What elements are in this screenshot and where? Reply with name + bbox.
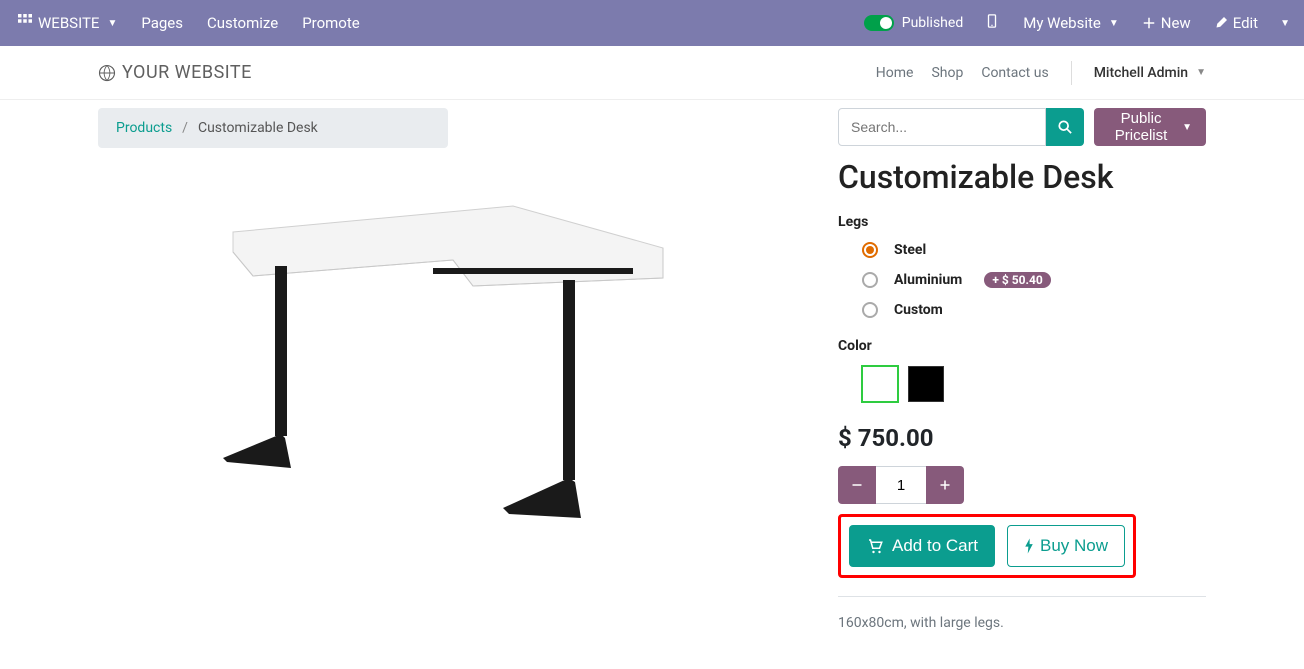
surcharge-badge: + $ 50.40 [984,272,1050,288]
legs-option-custom[interactable]: Custom [862,302,1206,318]
search-button[interactable] [1046,108,1084,146]
mobile-preview-button[interactable] [975,6,1009,40]
caret-down-icon: ▼ [107,18,117,29]
color-swatch-white[interactable] [862,366,898,402]
mobile-icon [985,14,999,28]
caret-down-icon: ▼ [1196,67,1206,78]
quantity-stepper [838,466,1206,504]
user-menu[interactable]: Mitchell Admin ▼ [1094,65,1206,81]
qty-input[interactable] [876,466,926,504]
color-swatch-black[interactable] [908,366,944,402]
divider [838,596,1206,597]
color-label: Color [838,338,1206,354]
caret-down-icon: ▼ [1280,18,1290,29]
bolt-icon [1024,537,1034,555]
radio-icon [862,272,878,288]
nav-shop[interactable]: Shop [931,65,963,81]
legs-option-steel[interactable]: Steel [862,242,1206,258]
radio-icon [862,242,878,258]
qty-increase-button[interactable] [926,466,964,504]
site-header: YOUR WEBSITE Home Shop Contact us Mitche… [0,46,1304,100]
website-label: WEBSITE [38,14,99,32]
breadcrumb-products-link[interactable]: Products [116,120,172,136]
caret-down-icon: ▼ [1182,122,1192,133]
radio-icon [862,302,878,318]
buy-now-button[interactable]: Buy Now [1007,525,1125,567]
qty-decrease-button[interactable] [838,466,876,504]
search-icon [1058,120,1072,134]
new-button[interactable]: New [1133,6,1201,40]
admin-top-bar: WEBSITE ▼ Pages Customize Promote Publis… [0,0,1304,46]
customize-menu[interactable]: Customize [197,6,288,40]
nav-home[interactable]: Home [876,65,914,81]
publish-toggle[interactable]: Published [856,15,971,31]
pencil-icon [1215,17,1227,29]
purchase-actions: Add to Cart Buy Now [838,514,1136,578]
my-website-menu[interactable]: My Website ▼ [1013,6,1129,40]
search-box [838,108,1084,146]
legs-options: Steel Aluminium + $ 50.40 Custom [862,242,1206,318]
breadcrumb-current: Customizable Desk [198,120,318,136]
add-to-cart-button[interactable]: Add to Cart [849,525,995,567]
product-title: Customizable Desk [838,158,1206,196]
apps-icon [18,14,32,32]
site-logo[interactable]: YOUR WEBSITE [98,62,252,83]
pricelist-dropdown[interactable]: Public Pricelist ▼ [1094,108,1206,146]
nav-contact[interactable]: Contact us [981,65,1048,81]
plus-icon [939,479,951,491]
toggle-switch-icon [864,15,894,31]
legs-option-aluminium[interactable]: Aluminium + $ 50.40 [862,272,1206,288]
product-image [213,198,683,538]
pages-menu[interactable]: Pages [131,6,193,40]
minus-icon [851,479,863,491]
website-menu[interactable]: WEBSITE ▼ [8,6,127,40]
edit-button[interactable]: Edit [1205,6,1268,40]
divider [1071,61,1072,85]
product-description: 160x80cm, with large legs. [838,615,1206,631]
promote-menu[interactable]: Promote [292,6,370,40]
logo-text: YOUR WEBSITE [122,62,252,83]
cart-icon [866,537,884,555]
product-price: $ 750.00 [838,424,1206,452]
caret-down-icon: ▼ [1109,18,1119,29]
plus-icon [1143,17,1155,29]
more-menu[interactable]: ▼ [1272,10,1296,37]
breadcrumb: Products / Customizable Desk [98,108,448,148]
legs-label: Legs [838,214,1206,230]
color-swatches [862,366,1206,402]
search-input[interactable] [838,108,1046,146]
globe-icon [98,64,116,82]
